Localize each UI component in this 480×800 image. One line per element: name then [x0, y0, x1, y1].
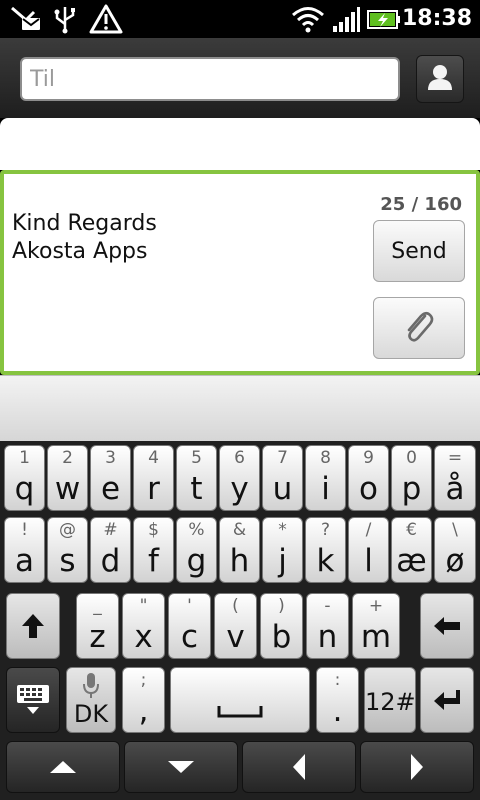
backspace-icon — [421, 594, 473, 658]
key-n[interactable]: -n — [306, 593, 349, 659]
keyboard-hide-icon — [7, 668, 59, 732]
arrow-down-key[interactable] — [124, 741, 238, 793]
key-comma[interactable]: ;, — [122, 667, 165, 733]
backspace-key[interactable] — [420, 593, 474, 659]
hide-keyboard-key[interactable] — [6, 667, 60, 733]
key-i[interactable]: 8i — [305, 445, 346, 511]
arrow-up-icon — [7, 742, 119, 792]
language-mic-key[interactable]: DK — [66, 667, 116, 733]
arrow-left-icon — [243, 742, 355, 792]
key-l[interactable]: / l — [348, 517, 389, 583]
key-s[interactable]: @ s — [47, 517, 88, 583]
recipient-input[interactable] — [20, 57, 400, 101]
usb-icon — [52, 4, 78, 34]
key-o[interactable]: 9o — [348, 445, 389, 511]
key-p[interactable]: 0p — [391, 445, 432, 511]
send-button[interactable]: Send — [373, 220, 465, 282]
symbols-key[interactable]: 12# — [364, 667, 416, 733]
arrow-down-icon — [125, 742, 237, 792]
microphone-icon — [67, 672, 115, 700]
key-g[interactable]: % g — [176, 517, 217, 583]
key-y[interactable]: 6y — [219, 445, 260, 511]
key-k[interactable]: ? k — [305, 517, 346, 583]
warning-icon — [88, 4, 124, 34]
recipient-bar — [0, 38, 480, 118]
key-e[interactable]: 3e — [90, 445, 131, 511]
battery-charging-icon — [366, 4, 402, 34]
arrow-right-key[interactable] — [360, 741, 474, 793]
key-x[interactable]: " x — [122, 593, 165, 659]
key-j[interactable]: * j — [262, 517, 303, 583]
key-u[interactable]: 7u — [262, 445, 303, 511]
key-t[interactable]: 5t — [176, 445, 217, 511]
key-v[interactable]: (v — [214, 593, 257, 659]
wifi-icon — [290, 4, 326, 34]
space-bar-icon — [171, 704, 309, 718]
space-key[interactable] — [170, 667, 310, 733]
key-c[interactable]: ' c — [168, 593, 211, 659]
char-counter: 25 / 160 — [380, 194, 462, 215]
key-q[interactable]: 1q — [4, 445, 45, 511]
key-f[interactable]: $ f — [133, 517, 174, 583]
paperclip-icon — [399, 306, 439, 350]
key-b[interactable]: ) b — [260, 593, 303, 659]
attach-button[interactable] — [373, 297, 465, 359]
enter-icon — [421, 668, 473, 732]
compose-divider — [0, 375, 480, 441]
key-z[interactable]: _ z — [76, 593, 119, 659]
missed-sms-icon — [6, 4, 46, 34]
key-period[interactable]: :. — [316, 667, 359, 733]
key-oe[interactable]: \ ø — [434, 517, 476, 583]
key-w[interactable]: 2w — [47, 445, 88, 511]
shift-key[interactable] — [6, 593, 60, 659]
key-h[interactable]: & h — [219, 517, 260, 583]
contact-picker-button[interactable] — [416, 55, 464, 103]
shift-arrow-icon — [7, 594, 59, 658]
enter-key[interactable] — [420, 667, 474, 733]
key-d[interactable]: # d — [90, 517, 131, 583]
keyboard: 1q 2w 3e 4r 5t 6y 7u 8i 9o 0p = å ! a @ s #… — [0, 441, 480, 800]
key-m[interactable]: + m — [352, 593, 400, 659]
status-time: 18:38 — [401, 6, 472, 31]
contact-icon — [425, 62, 455, 96]
compose-area: Kind Regards Akosta Apps 25 / 160 Send — [0, 170, 480, 375]
key-r[interactable]: 4r — [133, 445, 174, 511]
key-a[interactable]: ! a — [4, 517, 45, 583]
conversation-area — [0, 118, 480, 170]
arrow-up-key[interactable] — [6, 741, 120, 793]
arrow-right-icon — [361, 742, 473, 792]
key-aa[interactable]: = å — [434, 445, 476, 511]
status-bar: 18:38 — [0, 0, 480, 38]
key-ae[interactable]: € æ — [391, 517, 432, 583]
message-text[interactable]: Kind Regards Akosta Apps — [12, 210, 157, 266]
arrow-left-key[interactable] — [242, 741, 356, 793]
signal-icon — [330, 4, 362, 34]
